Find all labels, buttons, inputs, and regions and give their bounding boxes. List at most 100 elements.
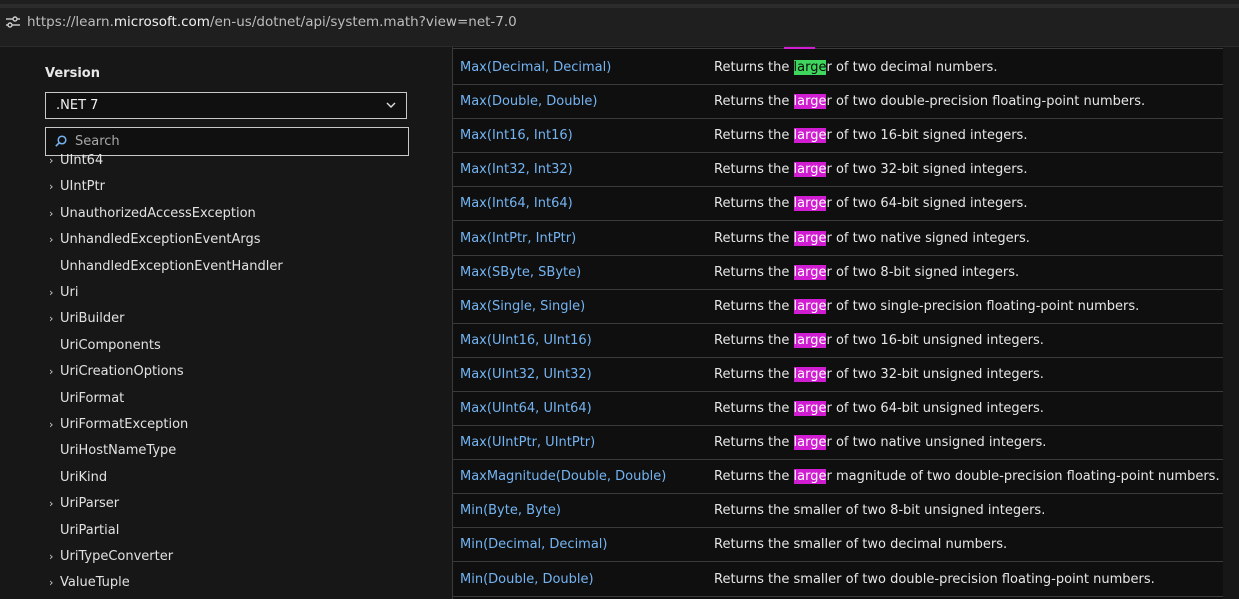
methods-table: Max(Decimal, Decimal) Returns the larger … [452, 47, 1224, 599]
chevron-right-icon[interactable]: › [49, 576, 53, 589]
toc-item[interactable]: › ValueTuple [0, 573, 420, 595]
description-text-rest: r of two 64-bit unsigned integers. [826, 401, 1044, 416]
toc-item-label: UIntPtr [60, 179, 105, 195]
method-link[interactable]: Min(Decimal, Decimal) [460, 537, 608, 552]
toc-item[interactable]: UriHostNameType [0, 441, 420, 463]
method-link[interactable]: Max(Single, Single) [460, 299, 585, 314]
description-text: Returns the [714, 469, 794, 485]
toc-item[interactable]: › UInt64 [0, 151, 420, 173]
method-link[interactable]: MaxMagnitude(Double, Double) [460, 469, 666, 484]
method-description: Returns the larger magnitude of two doub… [714, 469, 1220, 485]
description-text: Returns the [714, 60, 794, 75]
toc-item[interactable]: › UIntPtr [0, 177, 420, 199]
method-link[interactable]: Max(UInt64, UInt64) [460, 401, 592, 416]
method-description: Returns the larger of two single-precisi… [714, 298, 1139, 314]
description-text: Returns the [714, 196, 794, 212]
api-toc-sidebar: Version .NET 7 › UInt64 › UIntPtr › Unauthori… [0, 47, 452, 599]
toc-item-label: UriKind [60, 469, 108, 485]
toc-item[interactable]: › Uri [0, 283, 420, 305]
table-row: Max(UIntPtr, UIntPtr) Returns the larger … [453, 426, 1223, 461]
chevron-right-icon[interactable]: › [49, 418, 53, 431]
toc-item[interactable]: › UriParser [0, 494, 420, 516]
table-row: Max(Int16, Int16) Returns the larger of t… [453, 119, 1223, 154]
method-description: Returns the smaller of two 8-bit unsigne… [714, 503, 1045, 518]
match-highlight: large [793, 366, 827, 382]
chevron-right-icon[interactable]: › [49, 286, 53, 299]
chevron-right-icon[interactable]: › [49, 233, 53, 246]
url-path: /en-us/dotnet/api/system.math?view=net-7… [209, 14, 517, 30]
chevron-right-icon[interactable]: › [49, 154, 53, 167]
method-description: Returns the larger of two 8-bit signed i… [714, 264, 1020, 280]
method-link[interactable]: Max(SByte, SByte) [460, 265, 581, 280]
match-highlight: large [793, 298, 827, 314]
method-link[interactable]: Max(Int32, Int32) [460, 162, 573, 177]
toc-item[interactable]: UriKind [0, 468, 420, 490]
method-link[interactable]: Max(IntPtr, IntPtr) [460, 231, 576, 246]
description-text-rest: r of two 16-bit signed integers. [826, 128, 1028, 144]
page-right-margin [1223, 47, 1239, 599]
match-highlight: large [793, 401, 827, 416]
toc-item-label: UriComponents [60, 337, 161, 353]
toc-item[interactable]: UriFormat [0, 389, 420, 411]
toc-item[interactable]: › UriTypeConverter [0, 547, 420, 569]
url-field[interactable]: https://learn.microsoft.com/en-us/dotnet… [27, 14, 517, 30]
version-select[interactable]: .NET 7 [45, 92, 407, 119]
browser-address-bar: https://learn.microsoft.com/en-us/dotnet… [0, 0, 1239, 47]
method-link[interactable]: Max(Decimal, Decimal) [460, 60, 611, 75]
method-link[interactable]: Max(UIntPtr, UIntPtr) [460, 435, 595, 450]
toc-item-label: UriTypeConverter [60, 549, 174, 564]
toc-item-label: UriParser [60, 496, 120, 512]
toc-item-label: UriFormatException [60, 417, 189, 432]
toc-item[interactable]: UriPartial [0, 521, 420, 543]
toc-item[interactable]: › UriFormatException [0, 415, 420, 437]
toc-item-label: UriHostNameType [60, 443, 177, 459]
toc-item[interactable]: › UriBuilder [0, 309, 420, 331]
tune-icon[interactable] [6, 16, 20, 28]
chevron-right-icon[interactable]: › [49, 497, 53, 510]
method-description: Returns the larger of two native unsigne… [714, 435, 1046, 451]
version-value: .NET 7 [56, 98, 99, 113]
method-description: Returns the larger of two 32-bit unsigne… [714, 366, 1044, 382]
chevron-right-icon[interactable]: › [49, 312, 53, 325]
method-description: Returns the larger of two decimal number… [714, 60, 997, 75]
table-row-partial [453, 47, 1223, 49]
description-text: Returns the [714, 162, 794, 178]
table-row: MaxMagnitude(Double, Double) Returns the … [453, 460, 1223, 495]
chevron-right-icon[interactable]: › [49, 207, 53, 220]
toc-item-label: UriPartial [60, 522, 120, 538]
table-row: Min(Byte, Byte) Returns the smaller of tw… [453, 494, 1223, 529]
current-match-highlight: large [793, 60, 827, 75]
toc-item-label: Uri [60, 285, 79, 300]
method-link[interactable]: Max(UInt32, UInt32) [460, 367, 592, 382]
url-prefix: https://learn. [27, 14, 114, 30]
search-input[interactable] [75, 132, 395, 151]
match-highlight: large [793, 332, 827, 348]
toc-item[interactable]: UriComponents [0, 336, 420, 358]
toc-item[interactable]: UnhandledExceptionEventHandler [0, 257, 420, 279]
method-link[interactable]: Min(Double, Double) [460, 572, 594, 587]
chevron-down-icon [386, 102, 396, 108]
description-text-rest: r of two 8-bit signed integers. [826, 264, 1020, 280]
toc-item-label: UnhandledExceptionEventArgs [60, 232, 261, 248]
method-link[interactable]: Max(Int64, Int64) [460, 196, 573, 211]
description-text: Returns the [714, 401, 794, 416]
method-link[interactable]: Max(Int16, Int16) [460, 128, 573, 143]
toc-item-label: UriFormat [60, 390, 125, 406]
method-link[interactable]: Min(Byte, Byte) [460, 503, 561, 518]
chevron-right-icon[interactable]: › [49, 550, 53, 563]
description-text: Returns the [714, 128, 794, 144]
toc-item[interactable]: › UnhandledExceptionEventArgs [0, 230, 420, 252]
match-highlight: large [793, 435, 827, 451]
chevron-right-icon[interactable]: › [49, 365, 53, 378]
tab-strip-edge [0, 4, 1239, 8]
toc-item[interactable]: › UriCreationOptions [0, 362, 420, 384]
method-link[interactable]: Max(Double, Double) [460, 94, 597, 109]
toc-item[interactable]: › UnauthorizedAccessException [0, 204, 420, 226]
table-row: Max(UInt64, UInt64) Returns the larger of… [453, 392, 1223, 426]
chevron-right-icon[interactable]: › [49, 180, 53, 193]
description-text-rest: r of two double-precision floating-point… [826, 94, 1146, 110]
method-description: Returns the larger of two 32-bit signed … [714, 162, 1027, 178]
description-text-rest: r magnitude of two double-precision floa… [826, 469, 1220, 485]
method-link[interactable]: Max(UInt16, UInt16) [460, 333, 592, 348]
match-highlight: large [793, 128, 827, 144]
